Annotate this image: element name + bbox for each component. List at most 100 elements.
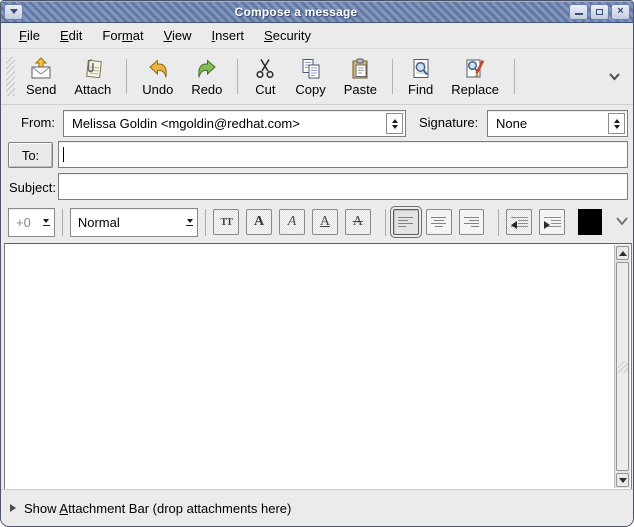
menu-view[interactable]: View	[154, 25, 202, 46]
format-separator	[205, 209, 206, 236]
replace-icon	[463, 57, 487, 81]
compose-window: Compose a message × File Edit Format Vie…	[0, 0, 634, 527]
strikethrough-toggle[interactable]: A	[345, 209, 371, 235]
align-left-icon	[398, 217, 414, 227]
redo-button[interactable]: Redo	[182, 51, 231, 102]
align-left-toggle[interactable]	[393, 209, 419, 235]
subject-label: Subject:	[9, 180, 56, 195]
dropdown-arrow-icon	[43, 209, 50, 236]
to-input[interactable]	[58, 141, 628, 168]
indent-icon	[544, 217, 561, 227]
attach-icon	[81, 57, 105, 81]
align-center-icon	[431, 217, 447, 227]
menu-file[interactable]: File	[9, 25, 50, 46]
format-separator	[498, 209, 499, 236]
dropdown-arrow-icon	[186, 209, 193, 236]
subject-input[interactable]	[58, 173, 628, 200]
maximize-icon	[596, 9, 603, 15]
attach-button[interactable]: Attach	[65, 51, 120, 102]
replace-button[interactable]: Replace	[442, 51, 508, 102]
main-toolbar: Send Attach Undo Redo	[1, 49, 633, 105]
italic-icon: A	[288, 215, 297, 229]
paste-icon	[348, 57, 372, 81]
toolbar-separator	[237, 59, 238, 94]
underline-toggle[interactable]: A	[312, 209, 338, 235]
paragraph-style-value: Normal	[78, 215, 120, 230]
from-label: From:	[1, 115, 55, 130]
redo-icon	[195, 57, 219, 81]
close-button[interactable]: ×	[611, 4, 630, 20]
toolbar-overflow-button[interactable]	[602, 64, 627, 90]
send-button[interactable]: Send	[17, 51, 65, 102]
menubar: File Edit Format View Insert Security	[1, 23, 633, 49]
undo-icon	[146, 57, 170, 81]
cut-button[interactable]: Cut	[244, 51, 286, 102]
chevron-down-icon	[608, 72, 621, 81]
combo-arrows-icon	[386, 113, 403, 134]
align-right-toggle[interactable]	[459, 209, 485, 235]
find-icon	[409, 57, 433, 81]
font-size-value: +0	[16, 215, 31, 230]
editor-scrollbar[interactable]	[614, 245, 630, 488]
expander-triangle-icon	[10, 504, 16, 512]
from-select[interactable]: Melissa Goldin <mgoldin@redhat.com>	[63, 110, 406, 137]
combo-arrows-icon	[608, 113, 625, 134]
menu-insert[interactable]: Insert	[202, 25, 255, 46]
scrollbar-thumb[interactable]	[616, 262, 629, 471]
chevron-down-icon	[10, 8, 18, 16]
chevron-down-icon	[615, 216, 629, 226]
maximize-button[interactable]	[590, 4, 609, 20]
underline-icon: A	[320, 215, 330, 229]
signature-select[interactable]: None	[487, 110, 628, 137]
from-value: Melissa Goldin <mgoldin@redhat.com>	[72, 116, 300, 131]
attachment-bar-expander[interactable]: Show Attachment Bar (drop attachments he…	[1, 489, 633, 526]
paragraph-style-select[interactable]: Normal	[70, 208, 198, 237]
attachment-bar-label: Show Attachment Bar (drop attachments he…	[24, 501, 291, 516]
message-body-editor[interactable]	[4, 243, 632, 490]
align-right-icon	[463, 217, 479, 227]
text-caret	[63, 147, 64, 162]
find-button[interactable]: Find	[399, 51, 442, 102]
scrollbar-grip-icon	[618, 361, 628, 373]
titlebar: Compose a message ×	[1, 1, 633, 23]
scroll-up-button[interactable]	[616, 246, 629, 260]
window-menu-button[interactable]	[4, 4, 23, 20]
minimize-button[interactable]	[569, 4, 588, 20]
format-separator	[62, 209, 63, 236]
arrow-up-icon	[619, 251, 627, 256]
menu-security[interactable]: Security	[254, 25, 321, 46]
typewriter-icon: TT	[221, 217, 232, 228]
send-icon	[29, 57, 53, 81]
window-title: Compose a message	[25, 5, 567, 19]
indent-button[interactable]	[539, 209, 565, 235]
copy-button[interactable]: Copy	[286, 51, 334, 102]
undo-button[interactable]: Undo	[133, 51, 182, 102]
format-toolbar: +0 Normal TT A A A A	[1, 202, 633, 242]
toolbar-separator	[392, 59, 393, 94]
signature-value: None	[496, 116, 527, 131]
to-button[interactable]: To:	[8, 142, 53, 168]
signature-label: Signature:	[419, 115, 478, 130]
close-icon: ×	[617, 6, 623, 17]
unindent-icon	[511, 217, 528, 227]
text-color-button[interactable]	[578, 209, 602, 235]
unindent-button[interactable]	[506, 209, 532, 235]
toolbar-grip[interactable]	[6, 57, 15, 96]
minimize-icon	[575, 13, 583, 15]
menu-format[interactable]: Format	[92, 25, 153, 46]
menu-edit[interactable]: Edit	[50, 25, 92, 46]
scroll-down-button[interactable]	[616, 473, 629, 487]
copy-icon	[299, 57, 323, 81]
font-size-select[interactable]: +0	[8, 208, 55, 237]
typewriter-toggle[interactable]: TT	[213, 209, 239, 235]
bold-toggle[interactable]: A	[246, 209, 272, 235]
italic-toggle[interactable]: A	[279, 209, 305, 235]
align-center-toggle[interactable]	[426, 209, 452, 235]
format-overflow-button[interactable]	[611, 211, 633, 233]
cut-icon	[253, 57, 277, 81]
paste-button[interactable]: Paste	[335, 51, 386, 102]
arrow-down-icon	[619, 478, 627, 483]
toolbar-separator	[514, 59, 515, 94]
format-separator	[385, 209, 386, 236]
toolbar-separator	[126, 59, 127, 94]
